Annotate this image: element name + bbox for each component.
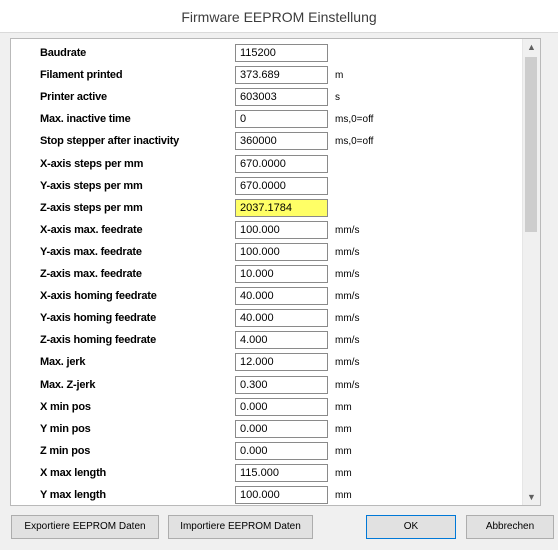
setting-unit: mm/s bbox=[335, 313, 360, 325]
setting-value-input[interactable] bbox=[235, 463, 328, 482]
setting-unit: mm bbox=[335, 445, 352, 457]
setting-row: Y max length mm bbox=[11, 486, 540, 505]
setting-unit: mm/s bbox=[335, 335, 360, 347]
setting-label: Baudrate bbox=[40, 47, 87, 59]
setting-unit: mm/s bbox=[335, 224, 360, 236]
setting-label: Y min pos bbox=[40, 422, 91, 435]
setting-unit: ms,0=off bbox=[335, 136, 374, 148]
setting-row: X min pos mm bbox=[11, 397, 540, 420]
setting-unit: m bbox=[335, 70, 344, 82]
setting-row: Y-axis max. feedrate mm/s bbox=[11, 242, 540, 265]
setting-value-input[interactable] bbox=[235, 331, 328, 350]
setting-label: X-axis max. feedrate bbox=[40, 223, 143, 236]
setting-row: Y min pos mm bbox=[11, 419, 540, 442]
setting-label: X max length bbox=[40, 466, 107, 479]
setting-value-input[interactable] bbox=[235, 220, 328, 239]
setting-row: Max. Z-jerk mm/s bbox=[11, 375, 540, 398]
setting-unit: mm/s bbox=[335, 269, 360, 280]
setting-value-input[interactable] bbox=[235, 154, 328, 173]
setting-value-input[interactable] bbox=[235, 44, 328, 62]
setting-unit: ms,0=off bbox=[335, 114, 374, 126]
setting-row: Filament printed m bbox=[11, 66, 540, 88]
setting-row: Stop stepper after inactivity ms,0=off bbox=[11, 132, 540, 154]
setting-value-input[interactable] bbox=[235, 265, 328, 283]
setting-label: X min pos bbox=[40, 400, 91, 413]
setting-value-input[interactable] bbox=[235, 88, 328, 107]
setting-value-input[interactable] bbox=[235, 375, 328, 394]
scroll-up-arrow-icon[interactable]: ▲ bbox=[523, 39, 540, 55]
setting-value-input[interactable] bbox=[235, 309, 328, 328]
setting-row: Z-axis max. feedrate mm/s bbox=[11, 265, 540, 287]
setting-row: Max. jerk mm/s bbox=[11, 353, 540, 375]
setting-row: X max length mm bbox=[11, 463, 540, 486]
setting-label: X-axis steps per mm bbox=[40, 157, 144, 170]
setting-value-input[interactable] bbox=[235, 353, 328, 372]
setting-value-input[interactable] bbox=[235, 110, 328, 129]
setting-unit: s bbox=[335, 92, 340, 104]
setting-label: Filament printed bbox=[40, 69, 123, 82]
setting-label: Z-axis steps per mm bbox=[40, 201, 143, 214]
setting-value-input[interactable] bbox=[235, 198, 328, 217]
setting-row: Max. inactive time ms,0=off bbox=[11, 110, 540, 132]
setting-unit: mm bbox=[335, 467, 352, 479]
setting-label: Y max length bbox=[40, 489, 106, 501]
setting-label: Z-axis homing feedrate bbox=[40, 334, 157, 347]
setting-value-input[interactable] bbox=[235, 132, 328, 151]
setting-row: Y-axis steps per mm bbox=[11, 176, 540, 199]
setting-unit: mm/s bbox=[335, 291, 360, 303]
setting-label: Max. jerk bbox=[40, 356, 86, 369]
setting-unit: mm bbox=[335, 490, 352, 501]
setting-label: Max. inactive time bbox=[40, 113, 131, 126]
setting-value-input[interactable] bbox=[235, 287, 328, 306]
setting-unit: mm/s bbox=[335, 357, 360, 369]
setting-unit: mm/s bbox=[335, 379, 360, 391]
setting-label: X-axis homing feedrate bbox=[40, 290, 157, 303]
setting-row: Printer active s bbox=[11, 88, 540, 110]
setting-row: X-axis max. feedrate mm/s bbox=[11, 220, 540, 243]
scroll-down-arrow-icon[interactable]: ▼ bbox=[523, 489, 540, 505]
export-eeprom-button[interactable]: Exportiere EEPROM Daten bbox=[11, 515, 159, 539]
setting-row: X-axis steps per mm bbox=[11, 154, 540, 177]
setting-unit: mm bbox=[335, 423, 352, 435]
setting-label: Y-axis homing feedrate bbox=[40, 312, 157, 325]
scroll-thumb[interactable] bbox=[525, 57, 537, 232]
settings-panel[interactable]: Baudrate Filament printed m Printer active s… bbox=[10, 38, 541, 506]
setting-value-input[interactable] bbox=[235, 397, 328, 416]
setting-value-input[interactable] bbox=[235, 242, 328, 261]
setting-row: Z-axis steps per mm bbox=[11, 198, 540, 221]
cancel-button[interactable]: Abbrechen bbox=[466, 515, 554, 539]
setting-value-input[interactable] bbox=[235, 66, 328, 85]
setting-row: Y-axis homing feedrate mm/s bbox=[11, 309, 540, 331]
ok-button[interactable]: OK bbox=[366, 515, 456, 539]
setting-label: Max. Z-jerk bbox=[40, 378, 96, 391]
setting-unit: mm bbox=[335, 401, 352, 413]
window-title: Firmware EEPROM Einstellung bbox=[181, 9, 377, 25]
setting-value-input[interactable] bbox=[235, 176, 328, 195]
setting-row: Z min pos mm bbox=[11, 441, 540, 464]
vertical-scrollbar[interactable]: ▲ ▼ bbox=[522, 39, 540, 505]
setting-label: Stop stepper after inactivity bbox=[40, 135, 180, 148]
setting-label: Y-axis max. feedrate bbox=[40, 245, 142, 258]
setting-label: Y-axis steps per mm bbox=[40, 179, 143, 192]
title-bar: Firmware EEPROM Einstellung bbox=[0, 0, 558, 33]
setting-label: Z min pos bbox=[40, 444, 91, 457]
setting-label: Printer active bbox=[40, 91, 107, 104]
setting-row: Z-axis homing feedrate mm/s bbox=[11, 331, 540, 353]
setting-value-input[interactable] bbox=[235, 486, 328, 504]
setting-unit: mm/s bbox=[335, 246, 360, 258]
setting-label: Z-axis max. feedrate bbox=[40, 268, 142, 280]
setting-row: Baudrate bbox=[11, 44, 540, 66]
setting-row: X-axis homing feedrate mm/s bbox=[11, 287, 540, 309]
setting-value-input[interactable] bbox=[235, 419, 328, 438]
import-eeprom-button[interactable]: Importiere EEPROM Daten bbox=[168, 515, 313, 539]
setting-value-input[interactable] bbox=[235, 441, 328, 460]
